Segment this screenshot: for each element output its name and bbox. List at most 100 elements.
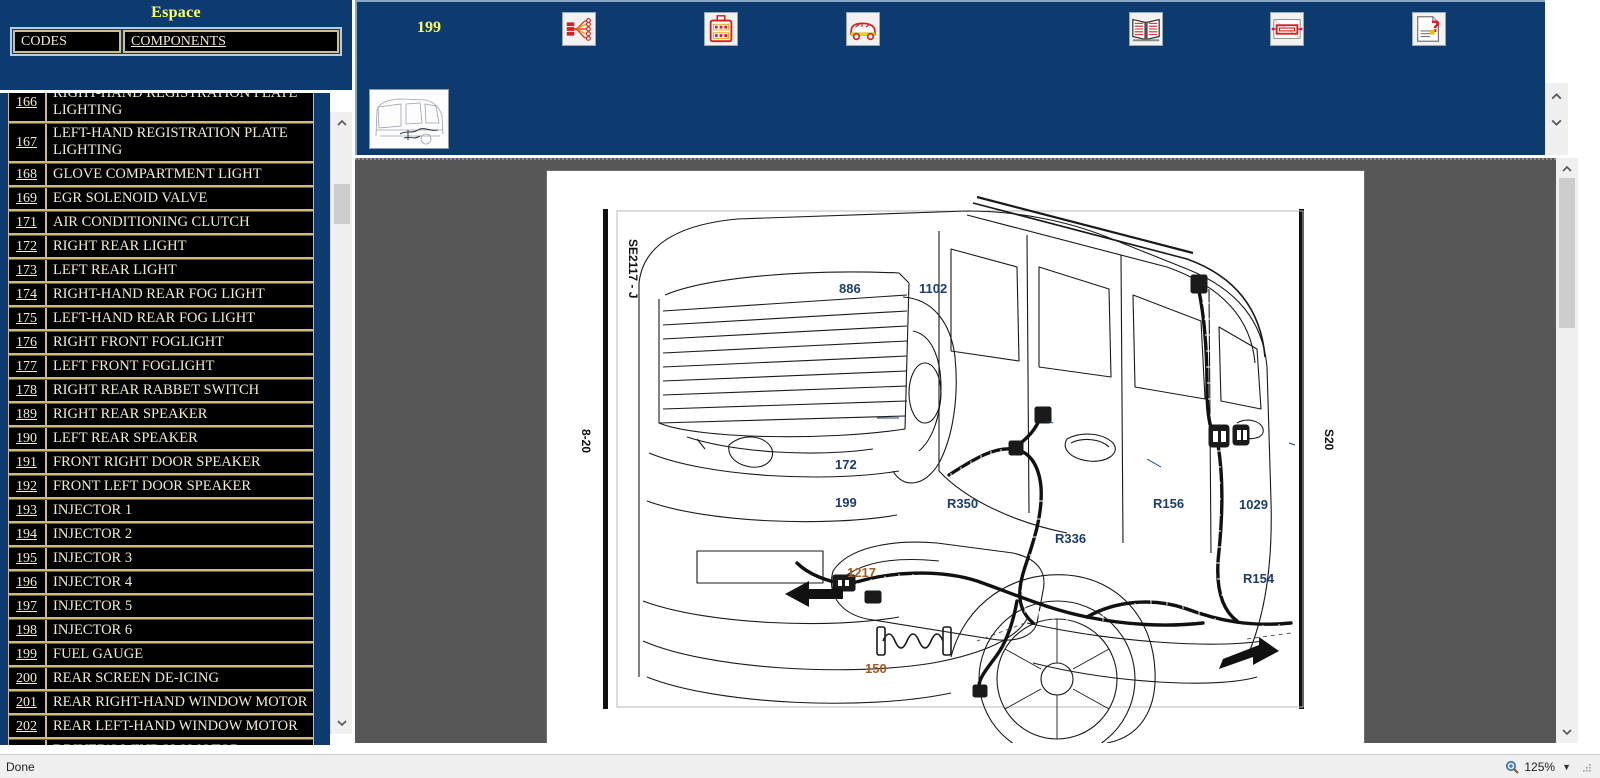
list-item-id[interactable]: 197: [9, 596, 47, 617]
list-item-id[interactable]: 166: [9, 93, 47, 121]
list-item-id[interactable]: 194: [9, 524, 47, 545]
open-book-icon[interactable]: [1129, 12, 1163, 46]
list-item-id[interactable]: 193: [9, 500, 47, 521]
list-item-id[interactable]: 190: [9, 428, 47, 449]
list-item[interactable]: 203 DRIVER'S WINDOW MOTOR: [9, 739, 313, 745]
vehicle-icon[interactable]: [846, 12, 880, 46]
list-item-id-link[interactable]: 177: [16, 359, 37, 375]
list-item[interactable]: 176 RIGHT FRONT FOGLIGHT: [9, 331, 313, 355]
list-item[interactable]: 200 REAR SCREEN DE-ICING: [9, 667, 313, 691]
list-item[interactable]: 202 REAR LEFT-HAND WINDOW MOTOR: [9, 715, 313, 739]
list-item-id-link[interactable]: 171: [16, 215, 37, 231]
list-item-id-link[interactable]: 202: [16, 719, 37, 735]
thumbnail-scroll-down-icon[interactable]: [1545, 109, 1567, 135]
component-list-panel[interactable]: 166 RIGHT-HAND REGISTRATION PLATE LIGHTIN…: [0, 93, 330, 745]
viewer-scrollbar[interactable]: [1556, 158, 1578, 743]
list-item-id[interactable]: 203: [9, 740, 47, 745]
list-item[interactable]: 178 RIGHT REAR RABBET SWITCH: [9, 379, 313, 403]
list-item-id[interactable]: 202: [9, 716, 47, 737]
list-item-id-link[interactable]: 201: [16, 695, 37, 711]
list-item[interactable]: 201 REAR RIGHT-HAND WINDOW MOTOR: [9, 691, 313, 715]
list-item-id[interactable]: 200: [9, 668, 47, 689]
list-item-id-link[interactable]: 196: [16, 575, 37, 591]
list-item-id[interactable]: 171: [9, 212, 47, 233]
list-item-id[interactable]: 199: [9, 644, 47, 665]
viewer-scroll-down-icon[interactable]: [1556, 721, 1578, 743]
wiring-harness-icon[interactable]: [562, 12, 596, 46]
component-list-scrollbar[interactable]: [330, 112, 352, 734]
list-item[interactable]: 172 RIGHT REAR LIGHT: [9, 235, 313, 259]
list-item[interactable]: 175 LEFT-HAND REAR FOG LIGHT: [9, 307, 313, 331]
list-item-id-link[interactable]: 166: [16, 95, 37, 111]
list-item-id[interactable]: 189: [9, 404, 47, 425]
list-item-id[interactable]: 172: [9, 236, 47, 257]
list-item-id-link[interactable]: 175: [16, 311, 37, 327]
list-item-id-link[interactable]: 190: [16, 431, 37, 447]
list-item-id[interactable]: 198: [9, 620, 47, 641]
diagram-viewer[interactable]: SE2117 - J 8-20 S20 886 1102 172 199 R35…: [355, 158, 1556, 743]
list-item-id-link[interactable]: 167: [16, 135, 37, 151]
list-item[interactable]: 197 INJECTOR 5: [9, 595, 313, 619]
legend-label-icon[interactable]: [1270, 12, 1304, 46]
help-question-icon[interactable]: ?: [1412, 12, 1446, 46]
list-item-id[interactable]: 195: [9, 548, 47, 569]
list-item[interactable]: 191 FRONT RIGHT DOOR SPEAKER: [9, 451, 313, 475]
list-item-id-link[interactable]: 174: [16, 287, 37, 303]
list-item-id-link[interactable]: 203: [16, 743, 37, 746]
list-item-id[interactable]: 178: [9, 380, 47, 401]
connector-box-icon[interactable]: [704, 12, 738, 46]
scroll-up-icon[interactable]: [331, 112, 353, 134]
list-item-id-link[interactable]: 169: [16, 191, 37, 207]
list-item-id-link[interactable]: 168: [16, 167, 37, 183]
list-item-id[interactable]: 169: [9, 188, 47, 209]
list-item-id-link[interactable]: 176: [16, 335, 37, 351]
list-item-id[interactable]: 192: [9, 476, 47, 497]
list-item-id[interactable]: 177: [9, 356, 47, 377]
list-item[interactable]: 190 LEFT REAR SPEAKER: [9, 427, 313, 451]
list-item-id-link[interactable]: 193: [16, 503, 37, 519]
list-item-id-link[interactable]: 200: [16, 671, 37, 687]
tab-components[interactable]: COMPONENTS: [123, 30, 339, 53]
list-item[interactable]: 168 GLOVE COMPARTMENT LIGHT: [9, 163, 313, 187]
list-item-id-link[interactable]: 195: [16, 551, 37, 567]
viewer-scrollbar-thumb[interactable]: [1559, 178, 1575, 328]
list-item-id[interactable]: 196: [9, 572, 47, 593]
list-item[interactable]: 169 EGR SOLENOID VALVE: [9, 187, 313, 211]
list-item-id[interactable]: 175: [9, 308, 47, 329]
list-item[interactable]: 193 INJECTOR 1: [9, 499, 313, 523]
scroll-down-icon[interactable]: [331, 712, 353, 734]
list-item[interactable]: 167 LEFT-HAND REGISTRATION PLATE LIGHTING: [9, 123, 313, 163]
chevron-down-icon[interactable]: ▼: [1562, 762, 1571, 772]
list-item-id[interactable]: 167: [9, 124, 47, 161]
list-item[interactable]: 171 AIR CONDITIONING CLUTCH: [9, 211, 313, 235]
list-item-id[interactable]: 176: [9, 332, 47, 353]
list-item-id-link[interactable]: 173: [16, 263, 37, 279]
list-item-id-link[interactable]: 198: [16, 623, 37, 639]
list-item[interactable]: 192 FRONT LEFT DOOR SPEAKER: [9, 475, 313, 499]
page-thumbnail[interactable]: [369, 89, 449, 149]
list-item[interactable]: 194 INJECTOR 2: [9, 523, 313, 547]
list-item-id-link[interactable]: 191: [16, 455, 37, 471]
list-item-id[interactable]: 174: [9, 284, 47, 305]
list-item[interactable]: 189 RIGHT REAR SPEAKER: [9, 403, 313, 427]
list-item-id[interactable]: 173: [9, 260, 47, 281]
zoom-control[interactable]: 125% ▼: [1505, 760, 1592, 774]
viewer-scroll-up-icon[interactable]: [1556, 158, 1578, 180]
list-item-id-link[interactable]: 189: [16, 407, 37, 423]
list-item-id-link[interactable]: 192: [16, 479, 37, 495]
thumbnail-scrollbar[interactable]: [1545, 83, 1568, 155]
list-item-id[interactable]: 201: [9, 692, 47, 713]
list-item-id-link[interactable]: 194: [16, 527, 37, 543]
resize-grip-icon[interactable]: [1582, 762, 1592, 772]
list-item[interactable]: 199 FUEL GAUGE: [9, 643, 313, 667]
list-item[interactable]: 195 INJECTOR 3: [9, 547, 313, 571]
list-item-id[interactable]: 191: [9, 452, 47, 473]
list-item[interactable]: 174 RIGHT-HAND REAR FOG LIGHT: [9, 283, 313, 307]
list-item-id-link[interactable]: 178: [16, 383, 37, 399]
list-item[interactable]: 198 INJECTOR 6: [9, 619, 313, 643]
thumbnail-scroll-up-icon[interactable]: [1545, 83, 1567, 109]
list-item-id-link[interactable]: 199: [16, 647, 37, 663]
list-item-id-link[interactable]: 197: [16, 599, 37, 615]
list-item[interactable]: 196 INJECTOR 4: [9, 571, 313, 595]
list-item-id-link[interactable]: 172: [16, 239, 37, 255]
